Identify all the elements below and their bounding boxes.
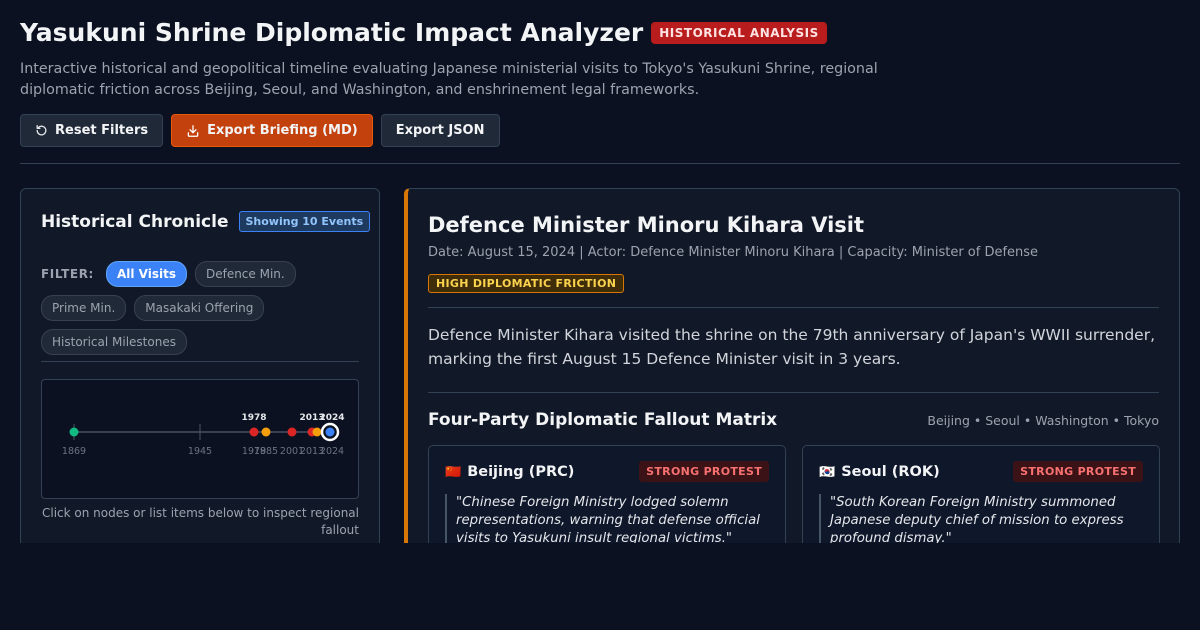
filter-chip-all-visits[interactable]: All Visits xyxy=(105,261,187,287)
event-count-badge: Showing 10 Events xyxy=(238,211,371,232)
event-meta: Date: August 15, 2024 | Actor: Defence M… xyxy=(428,245,1039,260)
card-title: 🇰🇷 Seoul (ROK) xyxy=(819,464,940,480)
toolbar: Reset Filters Export Briefing (MD) Expor… xyxy=(20,114,500,147)
event-description: Defence Minister Kihara visited the shri… xyxy=(428,326,1156,368)
card-party-name: Seoul (ROK) xyxy=(841,464,940,480)
export-briefing-button[interactable]: Export Briefing (MD) xyxy=(171,114,373,147)
header-divider xyxy=(20,163,1180,164)
timeline-chart: 1978 2013 2024 1869 1945 1978 1985 2001 … xyxy=(41,379,359,499)
timeline-axis-label: 1945 xyxy=(188,446,212,457)
filter-chip-masakaki-offering[interactable]: Masakaki Offering xyxy=(134,295,265,321)
detail-divider xyxy=(428,392,1159,393)
korea-flag-icon: 🇰🇷 xyxy=(819,465,836,480)
filter-chip-historical-milestones[interactable]: Historical Milestones xyxy=(41,329,187,355)
timeline-highlight-label: 1978 xyxy=(241,413,266,423)
export-json-button[interactable]: Export JSON xyxy=(380,114,500,147)
filter-chip-defence-min[interactable]: Defence Min. xyxy=(194,261,296,287)
chronicle-divider xyxy=(41,361,359,362)
filter-bar: FILTER: All Visits Defence Min. Prime Mi… xyxy=(41,261,361,363)
reset-filters-label: Reset Filters xyxy=(55,123,149,138)
card-party-name: Beijing (PRC) xyxy=(467,464,575,480)
timeline-hint: Click on nodes or list items below to in… xyxy=(41,506,359,537)
timeline-axis-label: 1985 xyxy=(254,446,278,457)
page-subtitle: Interactive historical and geopolitical … xyxy=(20,61,878,98)
matrix-parties: Beijing • Seoul • Washington • Tokyo xyxy=(927,413,1159,428)
filter-label: FILTER: xyxy=(41,267,94,281)
export-json-label: Export JSON xyxy=(395,123,485,138)
chronicle-title: Historical Chronicle xyxy=(41,211,229,232)
detail-divider xyxy=(428,307,1159,308)
timeline-highlight-label: 2024 xyxy=(319,413,344,423)
timeline-axis-label: 1869 xyxy=(62,446,86,457)
download-icon xyxy=(187,124,199,137)
reset-filters-button[interactable]: Reset Filters xyxy=(20,114,164,147)
timeline-node-2024-selected[interactable] xyxy=(325,427,335,437)
chronicle-header: Historical Chronicle Showing 10 Events xyxy=(41,211,371,232)
timeline-axis-label: 2024 xyxy=(320,446,344,457)
historical-analysis-badge: HISTORICAL ANALYSIS xyxy=(651,21,827,44)
card-quote: "Chinese Foreign Ministry lodged solemn … xyxy=(445,494,765,548)
timeline-svg: 1978 2013 2024 1869 1945 1978 1985 2001 … xyxy=(62,413,345,457)
historical-chronicle-panel: Historical Chronicle Showing 10 Events F… xyxy=(20,188,380,568)
timeline-node-1978[interactable] xyxy=(249,427,259,437)
timeline-node-1985[interactable] xyxy=(261,427,271,437)
reset-icon xyxy=(36,124,47,136)
timeline-node-2001[interactable] xyxy=(287,427,297,437)
event-title: Defence Minister Minoru Kihara Visit xyxy=(428,213,865,237)
status-badge: STRONG PROTEST xyxy=(1013,461,1143,482)
page-header: Yasukuni Shrine Diplomatic Impact Analyz… xyxy=(20,18,1180,101)
timeline-node-2014[interactable] xyxy=(312,427,322,437)
status-badge: STRONG PROTEST xyxy=(639,461,769,482)
matrix-title: Four-Party Diplomatic Fallout Matrix xyxy=(428,410,778,430)
card-title: 🇨🇳 Beijing (PRC) xyxy=(445,464,574,480)
viewport-bottom-mask xyxy=(0,543,1200,630)
title-row: Yasukuni Shrine Diplomatic Impact Analyz… xyxy=(20,18,1180,47)
friction-badge: HIGH DIPLOMATIC FRICTION xyxy=(428,274,625,293)
filter-chip-prime-min[interactable]: Prime Min. xyxy=(41,295,127,321)
china-flag-icon: 🇨🇳 xyxy=(445,465,462,480)
page-title: Yasukuni Shrine Diplomatic Impact Analyz… xyxy=(20,18,644,47)
export-briefing-label: Export Briefing (MD) xyxy=(207,123,358,138)
card-quote: "South Korean Foreign Ministry summoned … xyxy=(819,494,1139,548)
event-detail-panel: Defence Minister Minoru Kihara Visit Dat… xyxy=(404,188,1180,585)
timeline-node-1869[interactable] xyxy=(69,427,79,437)
